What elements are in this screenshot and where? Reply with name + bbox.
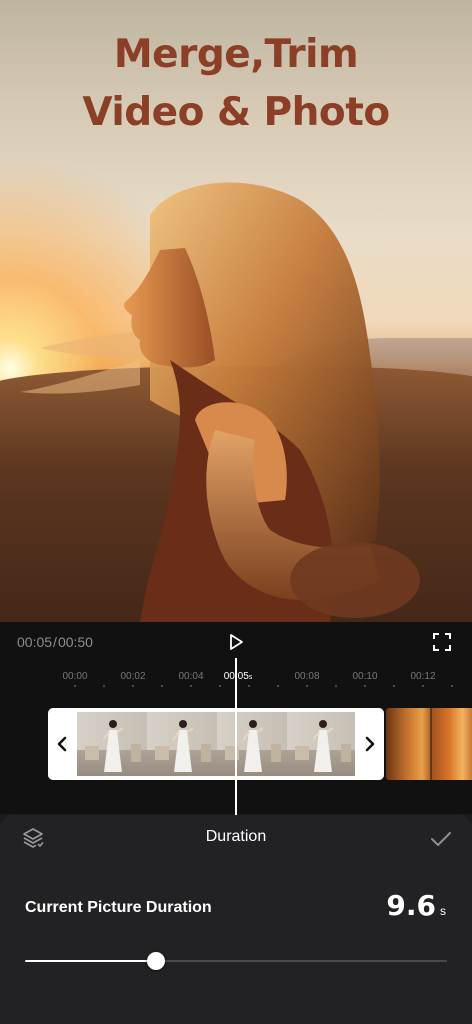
tick-dot (422, 685, 424, 687)
duration-unit: s (440, 904, 446, 918)
clip-thumbnails (77, 712, 355, 776)
tick-label: 00:08 (294, 671, 320, 682)
duration-label: Current Picture Duration (25, 899, 212, 916)
headline-line-1: Merge,Trim (113, 32, 359, 77)
panel-title: Duration (205, 828, 267, 845)
tick-label: 00:02 (120, 671, 146, 682)
tick-dot (103, 685, 105, 687)
current-time: 00:05 (17, 634, 53, 650)
slider-fill (25, 960, 156, 962)
tick-label: 00:12 (410, 671, 436, 682)
tick-dot (161, 685, 163, 687)
time-separator: / (53, 634, 57, 650)
tick-dot (190, 685, 192, 687)
next-clip[interactable] (386, 708, 472, 780)
clip-frame (77, 712, 147, 776)
duration-number: 9.6 (386, 889, 436, 922)
tick-label-active: 00:05s (224, 671, 253, 682)
checkmark-icon[interactable] (429, 827, 453, 851)
chevron-left-icon (57, 736, 67, 752)
slider-thumb[interactable] (146, 952, 165, 970)
trim-handle-left[interactable] (48, 708, 76, 780)
total-time: 00:50 (57, 634, 93, 650)
tick-dot (74, 685, 76, 687)
tick-dot (219, 685, 221, 687)
tick-dot (248, 685, 250, 687)
video-preview[interactable]: Merge,Trim Video & Photo (0, 0, 472, 622)
duration-panel: Duration Current Picture Duration 9.6 s (0, 815, 472, 1024)
clip-frame (287, 712, 355, 776)
selected-clip[interactable] (48, 708, 384, 780)
time-readout: 00:05/00:50 (17, 634, 93, 650)
tick-label: 00:00 (62, 671, 88, 682)
tick-dot (132, 685, 134, 687)
clip-frame (147, 712, 217, 776)
chevron-right-icon (365, 736, 375, 752)
tick-dot (335, 685, 337, 687)
duration-value: 9.6 s (386, 889, 446, 922)
tick-dot (277, 685, 279, 687)
clip-frame (217, 712, 287, 776)
trim-handle-right[interactable] (356, 708, 384, 780)
play-icon[interactable] (226, 632, 246, 652)
playhead[interactable] (235, 658, 237, 815)
duration-slider[interactable] (25, 951, 447, 971)
fullscreen-icon[interactable] (432, 632, 452, 652)
playback-bar: 00:05/00:50 (0, 622, 472, 662)
tick-label: 00:04 (178, 671, 204, 682)
tick-dot (364, 685, 366, 687)
headline-line-2: Video & Photo (82, 90, 390, 135)
tick-dot (451, 685, 453, 687)
tick-dot (393, 685, 395, 687)
tick-dot (306, 685, 308, 687)
tick-label: 00:10 (352, 671, 378, 682)
